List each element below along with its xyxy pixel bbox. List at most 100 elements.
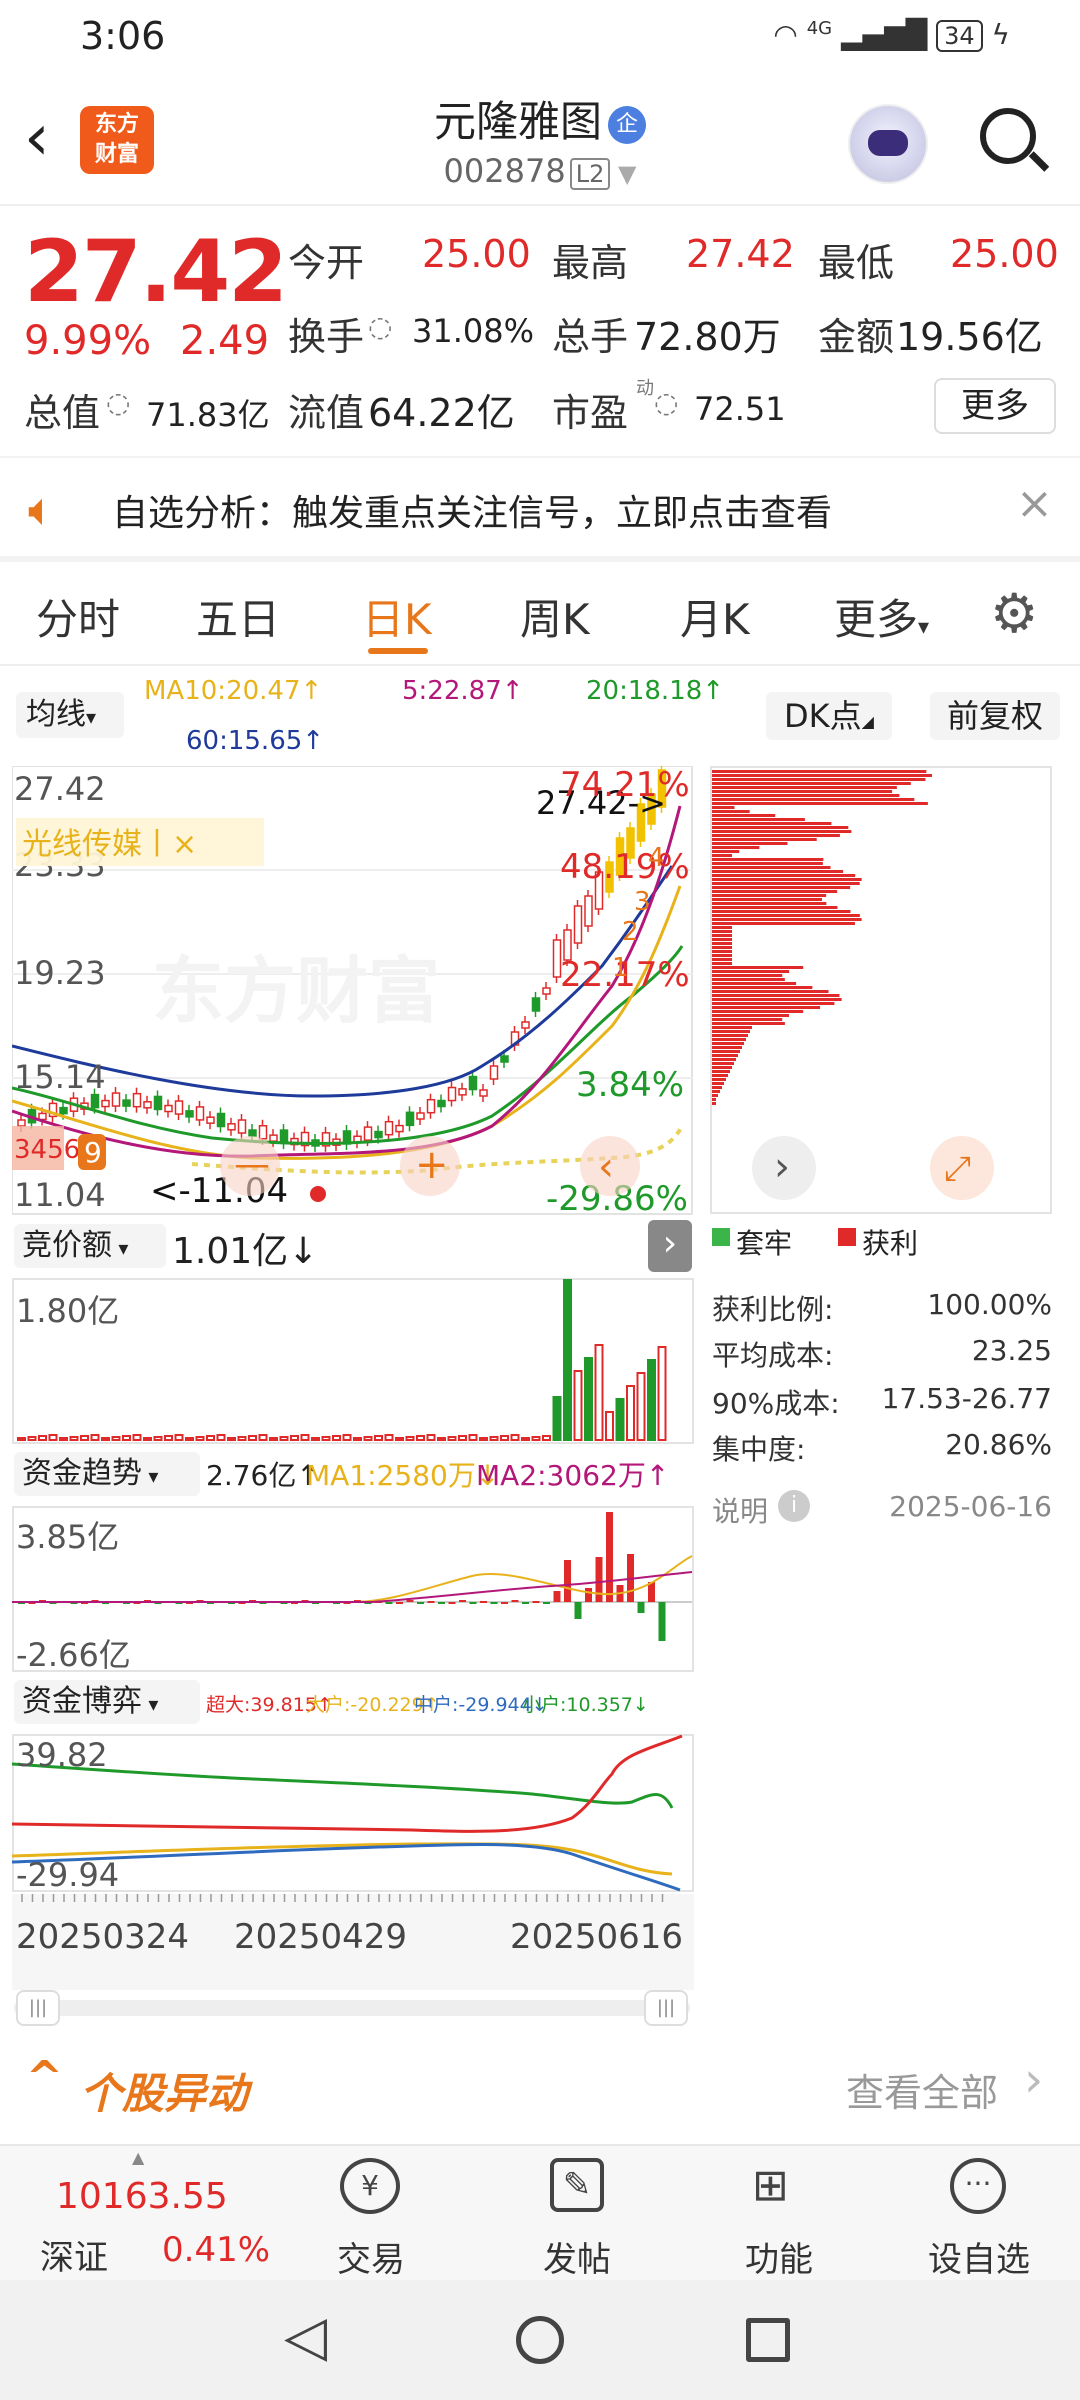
auction-bar: [458, 1435, 467, 1441]
caret-up-icon[interactable]: ▲: [132, 2148, 144, 2167]
chip-bar: [712, 962, 732, 965]
auction-bar: [227, 1437, 236, 1441]
date-label-1: 20250324: [16, 1917, 189, 1957]
volume-value: 72.80万: [634, 315, 781, 359]
grid-icon[interactable]: ⊞: [752, 2160, 789, 2211]
auction-bar: [542, 1435, 551, 1441]
tab-more[interactable]: 更多▾: [834, 586, 929, 647]
candle: [237, 1119, 247, 1134]
auction-bar: [426, 1434, 436, 1441]
candle: [101, 1099, 110, 1108]
info-circle-icon[interactable]: ◌: [654, 386, 678, 419]
gear-icon[interactable]: ⚙: [990, 582, 1038, 645]
nav-function[interactable]: 功能: [704, 2232, 854, 2281]
tab-daily-k[interactable]: 日K: [362, 586, 432, 647]
auction-selector[interactable]: 竞价额 ▾: [14, 1224, 166, 1268]
avg-cost-value: 23.25: [971, 1334, 1052, 1367]
fund-game-y-bottom: -29.94: [16, 1856, 119, 1894]
auction-bar: [48, 1434, 58, 1441]
tab-weekly-k[interactable]: 周K: [520, 586, 590, 647]
trend-bar: [490, 1602, 498, 1604]
info-icon[interactable]: i: [778, 1490, 810, 1522]
ma20-value: 20:18.18↑: [586, 676, 725, 706]
chip-distribution-chart[interactable]: › ⤢: [710, 766, 1054, 1216]
status-icons: ◠ 4G ▂▄▆█ 34 ϟ: [773, 18, 1010, 52]
home-circle-icon[interactable]: [516, 2316, 564, 2364]
range-handle-left[interactable]: |||: [16, 1990, 60, 2026]
dk-point-button[interactable]: DK点◢: [766, 692, 892, 740]
candle: [500, 1055, 509, 1063]
more-dots-icon[interactable]: ···: [950, 2158, 1006, 2214]
ma-selector[interactable]: 均线▾: [16, 692, 124, 738]
step-label-2: 2: [622, 917, 639, 947]
chevron-right-icon[interactable]: ›: [1024, 2052, 1043, 2108]
fund-trend-selector[interactable]: 资金趋势 ▾: [14, 1452, 200, 1496]
range-handle-right[interactable]: |||: [644, 1990, 688, 2026]
range-slider-track[interactable]: [14, 2000, 690, 2016]
candle: [384, 1120, 394, 1136]
auction-bar: [164, 1435, 173, 1441]
back-triangle-icon[interactable]: ◁: [284, 2304, 327, 2369]
candle: [479, 1089, 488, 1097]
fund-trend-ma1: MA1:2580万↓: [306, 1459, 500, 1492]
auction-bar: [111, 1436, 121, 1441]
chip-bar: [712, 870, 844, 873]
tab-monthly-k[interactable]: 月K: [680, 586, 750, 647]
auction-bar: [195, 1436, 205, 1441]
nav-add-watchlist[interactable]: 设自选: [904, 2232, 1054, 2281]
fund-trend-ma2: MA2:3062万↑: [476, 1459, 670, 1492]
candle: [185, 1110, 194, 1118]
more-quote-button[interactable]: 更多: [934, 378, 1056, 434]
index-change-pct[interactable]: 0.41%: [162, 2230, 270, 2270]
candle: [122, 1099, 131, 1107]
caret-down-icon: ▾: [86, 705, 97, 729]
trend-bar: [406, 1600, 414, 1602]
header-divider: [0, 204, 1080, 206]
stock-name: 元隆雅图: [433, 97, 602, 146]
chip-bar: [712, 950, 732, 953]
info-circle-icon[interactable]: ◌: [106, 386, 130, 419]
auction-bar: [90, 1434, 100, 1441]
edit-icon[interactable]: ✎: [550, 2158, 604, 2212]
concept-tag[interactable]: 光线传媒丨×: [22, 827, 197, 862]
kline-chart[interactable]: 东方财富 27.42 23.33 19.23 15.14 11.04 光线传媒丨…: [12, 766, 694, 1216]
notice-text[interactable]: 自选分析：触发重点关注信号，立即点击查看: [112, 484, 832, 536]
trade-icon[interactable]: ¥: [340, 2158, 400, 2214]
concentration-label: 集中度:: [712, 1433, 806, 1466]
last-price: 27.42: [24, 222, 288, 322]
trend-bar: [574, 1602, 582, 1619]
adjust-mode-button[interactable]: 前复权: [930, 692, 1060, 740]
chip-bar: [712, 902, 827, 905]
close-icon[interactable]: ×: [1016, 478, 1053, 529]
chevron-up-icon[interactable]: ^: [26, 2052, 63, 2103]
chip-bar: [712, 894, 827, 897]
candle: [90, 1093, 100, 1109]
pct-label-4: 3.84%: [576, 1065, 684, 1105]
note-label[interactable]: 说明: [712, 1490, 768, 1530]
view-all-link[interactable]: 查看全部: [846, 2062, 998, 2117]
speaker-icon: 🔈︎: [28, 482, 56, 536]
tab-five-day[interactable]: 五日: [196, 586, 280, 647]
nav-post[interactable]: 发帖: [502, 2232, 652, 2281]
index-value[interactable]: 10163.55: [56, 2176, 228, 2217]
info-circle-icon[interactable]: ◌: [368, 310, 392, 343]
chip-bar: [712, 938, 732, 941]
chip-bar: [712, 1086, 722, 1089]
auction-value: 1.01亿↓: [172, 1231, 319, 1272]
nav-trade[interactable]: 交易: [296, 2232, 446, 2281]
plus-icon: +: [415, 1142, 449, 1188]
trend-bar: [585, 1588, 592, 1602]
chevron-right-icon[interactable]: ›: [648, 1220, 692, 1272]
chip-bar: [712, 994, 840, 997]
auction-bar: [416, 1435, 425, 1441]
pct-label-2: 48.19%: [560, 847, 690, 887]
recents-square-icon[interactable]: [746, 2318, 790, 2362]
candle: [174, 1100, 184, 1115]
tab-intraday[interactable]: 分时: [36, 586, 120, 647]
chip-bar: [712, 1042, 744, 1045]
chip-bar: [712, 1090, 720, 1093]
fund-game-selector[interactable]: 资金博弈 ▾: [14, 1680, 200, 1724]
chevron-right-icon: ›: [774, 1144, 790, 1190]
index-name[interactable]: 深证: [40, 2230, 108, 2279]
candle: [227, 1123, 236, 1131]
